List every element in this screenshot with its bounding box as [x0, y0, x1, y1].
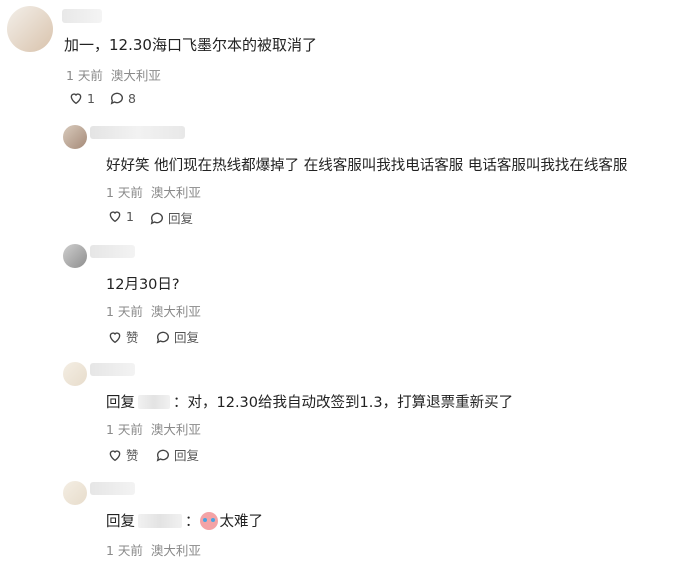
heart-outline-icon	[109, 449, 121, 461]
avatar[interactable]	[63, 481, 87, 505]
timestamp: 1 天前	[66, 68, 103, 83]
speech-bubble-icon	[156, 449, 169, 462]
mention-blurred[interactable]	[138, 514, 182, 528]
location: 澳大利亚	[150, 304, 201, 319]
username-blurred[interactable]	[90, 126, 185, 139]
reply-meta: 1 天前 澳大利亚	[106, 540, 201, 559]
reply-meta: 1 天前 澳大利亚	[106, 301, 201, 320]
reply-label: 回复	[174, 330, 200, 345]
timestamp: 1 天前	[106, 543, 143, 558]
timestamp: 1 天前	[106, 185, 143, 200]
timestamp: 1 天前	[106, 304, 143, 319]
avatar[interactable]	[63, 244, 87, 268]
reply-text: 回复 ：对，12.30给我自动改签到1.3，打算退票重新买了	[106, 391, 513, 412]
reply-meta: 1 天前 澳大利亚	[106, 182, 201, 201]
location: 澳大利亚	[150, 543, 201, 558]
like-count: 1	[126, 208, 134, 224]
username-blurred[interactable]	[90, 482, 135, 495]
location: 澳大利亚	[110, 68, 161, 83]
comment-meta: 1 天前 澳大利亚	[66, 65, 161, 84]
reply-prefix: 回复	[106, 514, 135, 530]
comment-text: 加一，12.30海口飞墨尔本的被取消了	[64, 36, 317, 54]
mention-blurred[interactable]	[138, 395, 170, 409]
username-blurred[interactable]	[62, 9, 102, 23]
username-blurred[interactable]	[90, 363, 135, 376]
avatar[interactable]	[63, 362, 87, 386]
username-blurred[interactable]	[90, 245, 135, 258]
reply-count: 8	[128, 90, 136, 106]
like-count: 1	[87, 90, 95, 106]
heart-outline-icon	[109, 211, 121, 223]
reply-button[interactable]: 回复	[155, 445, 199, 464]
location: 澳大利亚	[150, 422, 201, 437]
speech-bubble-icon	[156, 331, 169, 344]
heart-outline-icon	[109, 331, 121, 343]
crying-face-emoji	[199, 512, 218, 530]
colon: ：	[185, 514, 200, 530]
reply-text: 回复 ： 太难了	[106, 510, 263, 531]
reply-meta: 1 天前 澳大利亚	[106, 419, 201, 438]
avatar[interactable]	[63, 125, 87, 149]
heart-outline-icon	[70, 93, 82, 105]
reply-button[interactable]: 回复	[149, 208, 193, 227]
reply-label: 回复	[168, 211, 194, 226]
reply-button[interactable]: 回复	[155, 327, 199, 346]
comment-button[interactable]: 8	[109, 90, 136, 106]
reply-body: 太难了	[219, 514, 264, 530]
reply-text: 好好笑 他们现在热线都爆掉了 在线客服叫我找电话客服 电话客服叫我找在线客服	[106, 158, 628, 174]
speech-bubble-icon	[110, 92, 123, 105]
like-button[interactable]: 赞	[107, 327, 139, 346]
reply-prefix: 回复	[106, 395, 135, 411]
reply-body: ：对，12.30给我自动改签到1.3，打算退票重新买了	[173, 395, 514, 411]
timestamp: 1 天前	[106, 422, 143, 437]
like-button[interactable]: 1	[107, 208, 134, 224]
location: 澳大利亚	[150, 185, 201, 200]
like-button[interactable]: 赞	[107, 445, 139, 464]
like-label: 赞	[126, 330, 139, 345]
like-label: 赞	[126, 448, 139, 463]
reply-text: 12月30日?	[106, 277, 180, 293]
like-button[interactable]: 1	[68, 90, 95, 106]
speech-bubble-icon	[150, 212, 163, 225]
reply-label: 回复	[174, 448, 200, 463]
avatar[interactable]	[7, 6, 53, 52]
